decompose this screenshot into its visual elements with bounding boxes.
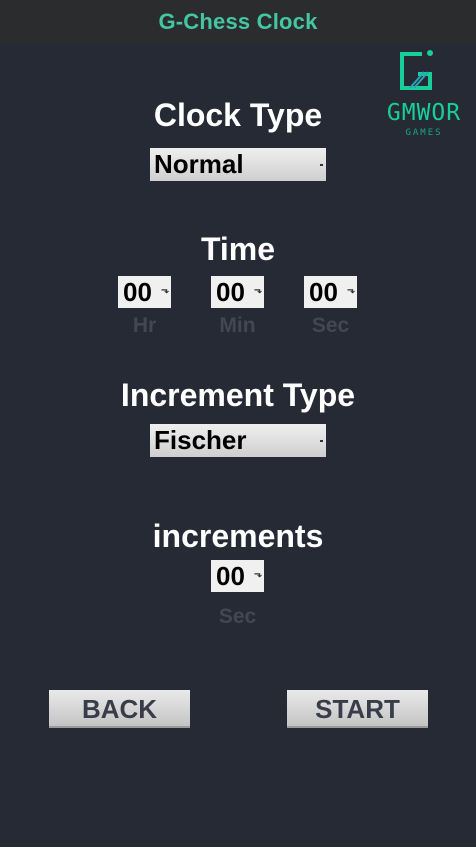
increment-type-select[interactable]: Fischer (150, 424, 326, 457)
app-title: G-Chess Clock (158, 9, 318, 34)
hours-value: 00 (123, 277, 152, 307)
clock-type-select[interactable]: Normal (150, 148, 326, 181)
time-heading: Time (200, 231, 276, 267)
spinner-indicator-icon: ⬎ (161, 285, 170, 296)
dropdown-arrow-icon (320, 440, 323, 442)
increment-type-heading: Increment Type (120, 377, 356, 413)
title-bar: G-Chess Clock (0, 0, 476, 44)
increment-seconds-value: 00 (216, 561, 245, 591)
hours-label: Hr (132, 314, 157, 337)
spinner-indicator-icon: ⬎ (254, 285, 263, 296)
logo-glyph-icon (400, 50, 433, 90)
spinner-indicator-icon: ⬎ (347, 285, 356, 296)
seconds-spinner[interactable]: 00 ⬎ (304, 276, 357, 308)
clock-type-heading: Clock Type (153, 97, 323, 133)
back-button[interactable]: BACK (49, 690, 190, 728)
increments-heading: increments (152, 518, 324, 554)
dropdown-arrow-icon (320, 164, 323, 166)
increment-seconds-spinner[interactable]: 00 ⬎ (211, 560, 264, 592)
hours-spinner[interactable]: 00 ⬎ (118, 276, 171, 308)
seconds-value: 00 (309, 277, 338, 307)
minutes-spinner[interactable]: 00 ⬎ (211, 276, 264, 308)
increment-seconds-label: Sec (218, 605, 257, 628)
minutes-value: 00 (216, 277, 245, 307)
clock-type-value: Normal (154, 149, 244, 179)
spinner-indicator-icon: ⬎ (254, 569, 263, 580)
seconds-label: Sec (311, 314, 350, 337)
start-button[interactable]: START (287, 690, 428, 728)
minutes-label: Min (219, 314, 256, 337)
increment-type-value: Fischer (154, 425, 247, 455)
